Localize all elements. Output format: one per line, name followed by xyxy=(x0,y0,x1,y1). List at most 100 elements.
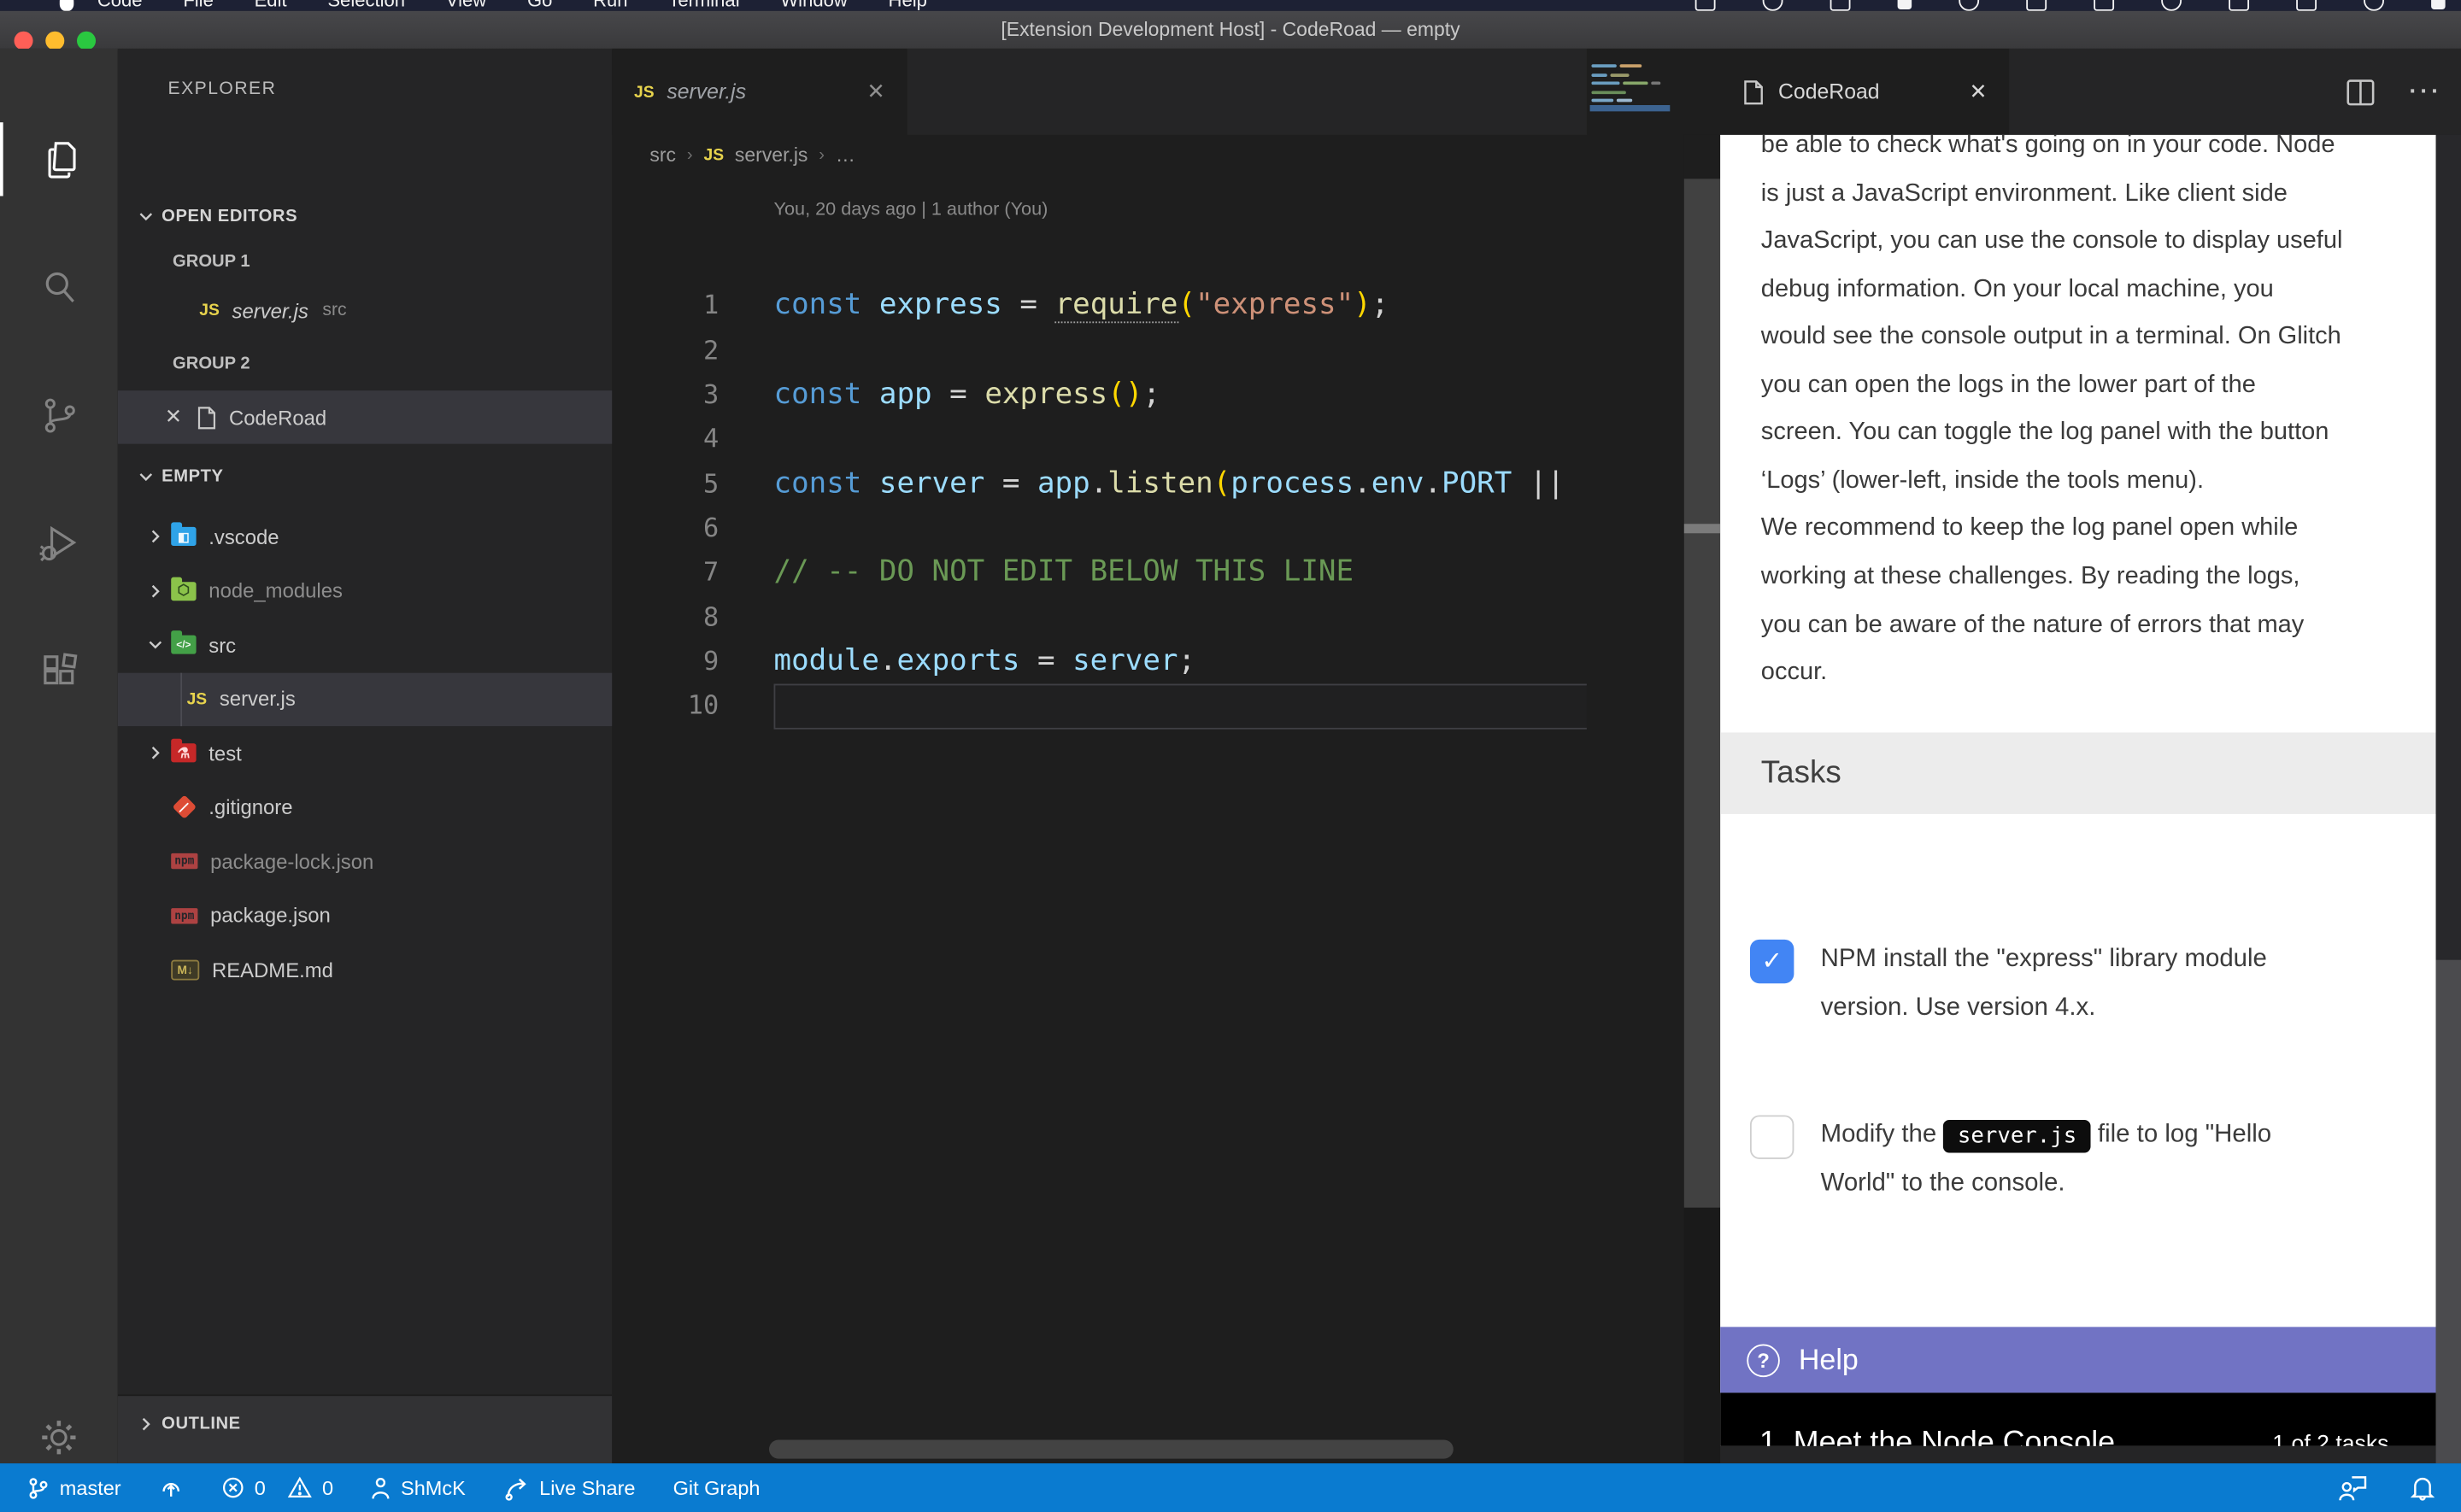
menu-selection[interactable]: Selection xyxy=(327,0,405,11)
item-label: server.js xyxy=(232,299,308,323)
display-icon[interactable] xyxy=(1695,0,1716,11)
control-center-icon[interactable] xyxy=(2161,0,2182,11)
code-line-1[interactable]: 1const express = require("express"); xyxy=(612,283,1587,327)
status-item-shmck[interactable]: ShMcK xyxy=(371,1475,466,1500)
code-line-9[interactable]: 9module.exports = server; xyxy=(612,639,1587,683)
wifi-icon[interactable] xyxy=(2094,0,2114,11)
javascript-file-icon: JS xyxy=(634,82,655,101)
tree-item--gitignore[interactable]: .gitignore xyxy=(118,780,613,834)
panel-scrollbar-track[interactable] xyxy=(1684,179,1720,1207)
minimap-line xyxy=(1591,64,1642,67)
chevron-down-icon xyxy=(133,206,158,228)
code-line-6[interactable]: 6 xyxy=(612,506,1587,550)
menu-window[interactable]: Window xyxy=(780,0,847,11)
tab-coderoad[interactable]: CodeRoad ✕ xyxy=(1720,49,2009,135)
activity-search[interactable] xyxy=(0,249,118,323)
open-editor-item-coderoad[interactable]: ✕CodeRoad xyxy=(118,390,613,443)
git-branch-icon xyxy=(26,1475,50,1500)
breadcrumb-item[interactable]: server.js xyxy=(735,144,808,167)
status-item-0[interactable]: 00 xyxy=(221,1476,333,1500)
task-text: NPM install the "express" library module… xyxy=(1821,936,2425,1032)
menu-edit[interactable]: Edit xyxy=(255,0,287,11)
status-item-bell[interactable] xyxy=(2409,1474,2435,1501)
activity-source-control[interactable] xyxy=(0,378,118,451)
panel-scrollbar-thumb[interactable] xyxy=(1684,524,1720,533)
task-checkbox-unchecked[interactable] xyxy=(1750,1115,1794,1158)
section-header-outline[interactable]: OUTLINE xyxy=(118,1396,613,1452)
code-line-3[interactable]: 3const app = express(); xyxy=(612,372,1587,416)
item-detail: src xyxy=(322,302,346,320)
switcher-icon[interactable] xyxy=(2431,0,2446,9)
horizontal-scrollbar[interactable] xyxy=(769,1440,1454,1459)
activity-run-debug[interactable] xyxy=(0,507,118,580)
close-tab-icon[interactable]: ✕ xyxy=(866,79,885,105)
tree-item-test[interactable]: ⚗test xyxy=(118,726,613,780)
status-item-live-share[interactable]: Live Share xyxy=(503,1475,636,1500)
help-bar[interactable]: ? Help xyxy=(1720,1327,2436,1392)
lesson-bar[interactable]: 1. Meet the Node Console 1 of 2 tasks xyxy=(1720,1392,2436,1445)
status-item-feedback[interactable] xyxy=(2337,1474,2369,1501)
line-content: const express = require("express"); xyxy=(774,289,1389,322)
gitlens-annotation[interactable]: You, 20 days ago | 1 author (You) xyxy=(774,197,1048,220)
tree-item--vscode[interactable]: ◧.vscode xyxy=(118,510,613,564)
tab-server-js[interactable]: JS server.js ✕ xyxy=(612,49,907,135)
menu-view[interactable]: View xyxy=(446,0,486,11)
sidebar-title: EXPLORER xyxy=(168,80,277,99)
code-line-8[interactable]: 8 xyxy=(612,595,1587,639)
tree-item-package-lock-json[interactable]: npmpackage-lock.json xyxy=(118,835,613,888)
menu-code[interactable]: Code xyxy=(97,0,143,11)
line-content: const server = app.listen(process.env.PO… xyxy=(774,466,1565,500)
status-item-git-graph[interactable]: Git Graph xyxy=(673,1476,761,1500)
task-checkbox-checked[interactable]: ✓ xyxy=(1750,940,1794,983)
activity-explorer[interactable] xyxy=(0,122,120,196)
breadcrumb-item[interactable]: … xyxy=(836,144,855,167)
tree-item-package-json[interactable]: npmpackage.json xyxy=(118,888,613,942)
webview-scrollbar-track[interactable] xyxy=(2436,960,2461,1463)
menu-run[interactable]: Run xyxy=(593,0,627,11)
open-editor-item-server-js[interactable]: JSserver.jssrc xyxy=(118,284,613,337)
code-line-10[interactable]: 10 xyxy=(612,683,1587,728)
location-icon[interactable] xyxy=(1959,0,1979,11)
search-icon[interactable] xyxy=(2296,0,2317,11)
tree-item-server-js[interactable]: JSserver.js xyxy=(118,672,613,726)
tree-item-readme-md[interactable]: M↓README.md xyxy=(118,942,613,996)
code-line-7[interactable]: 7// -- DO NOT EDIT BELOW THIS LINE xyxy=(612,550,1587,595)
code-line-2[interactable]: 2 xyxy=(612,327,1587,372)
tree-item-src[interactable]: </>src xyxy=(118,618,613,671)
moon-icon[interactable] xyxy=(1830,0,1851,11)
menu-go[interactable]: Go xyxy=(527,0,552,11)
breadcrumb-item[interactable]: src xyxy=(649,144,676,167)
section-header-empty[interactable]: EMPTY xyxy=(118,444,613,510)
siri-icon[interactable] xyxy=(2364,0,2384,11)
tree-item-node-modules[interactable]: ⬡node_modules xyxy=(118,564,613,618)
minimap[interactable] xyxy=(1587,49,1684,1463)
shield-icon[interactable] xyxy=(1763,0,1783,11)
tutorial-text-line: ‘Logs’ (lower-left, inside the tools men… xyxy=(1761,458,2420,506)
clock-icon[interactable] xyxy=(2229,0,2249,11)
code-editor[interactable]: 1const express = require("express");23co… xyxy=(612,234,1587,1332)
close-tab-icon[interactable]: ✕ xyxy=(1970,79,1988,104)
activity-extensions[interactable] xyxy=(0,636,118,709)
split-editor-icon[interactable] xyxy=(2346,78,2375,106)
menu-terminal[interactable]: Terminal xyxy=(668,0,739,11)
group-divider xyxy=(1684,1208,1720,1463)
coderoad-tab-bar: CodeRoad ✕ ··· xyxy=(1720,49,2461,135)
section-header-npm-scripts[interactable]: NPM SCRIPTS xyxy=(118,1452,613,1463)
code-line-5[interactable]: 5const server = app.listen(process.env.P… xyxy=(612,461,1587,506)
webview-scrollbar-thumb[interactable] xyxy=(2436,135,2461,960)
close-editor-icon[interactable]: ✕ xyxy=(165,405,182,430)
line-number: 4 xyxy=(612,424,719,454)
code-line-4[interactable]: 4 xyxy=(612,417,1587,461)
battery-icon[interactable] xyxy=(2026,0,2047,11)
titlebar[interactable]: [Extension Development Host] - CodeRoad … xyxy=(0,11,2461,50)
menu-help[interactable]: Help xyxy=(889,0,927,11)
play-icon[interactable] xyxy=(1898,0,1912,9)
tutorial-text-line: working at these challenges. By reading … xyxy=(1761,554,2420,601)
chevron-right-icon xyxy=(143,580,167,602)
more-actions-icon[interactable]: ··· xyxy=(2409,79,2442,105)
section-header-open-editors[interactable]: OPEN EDITORS xyxy=(118,193,613,240)
status-item-master[interactable]: master xyxy=(26,1475,120,1500)
status-item-sync[interactable] xyxy=(159,1476,184,1500)
menu-file[interactable]: File xyxy=(183,0,214,11)
breadcrumb[interactable]: src›JSserver.js›… xyxy=(649,135,855,176)
